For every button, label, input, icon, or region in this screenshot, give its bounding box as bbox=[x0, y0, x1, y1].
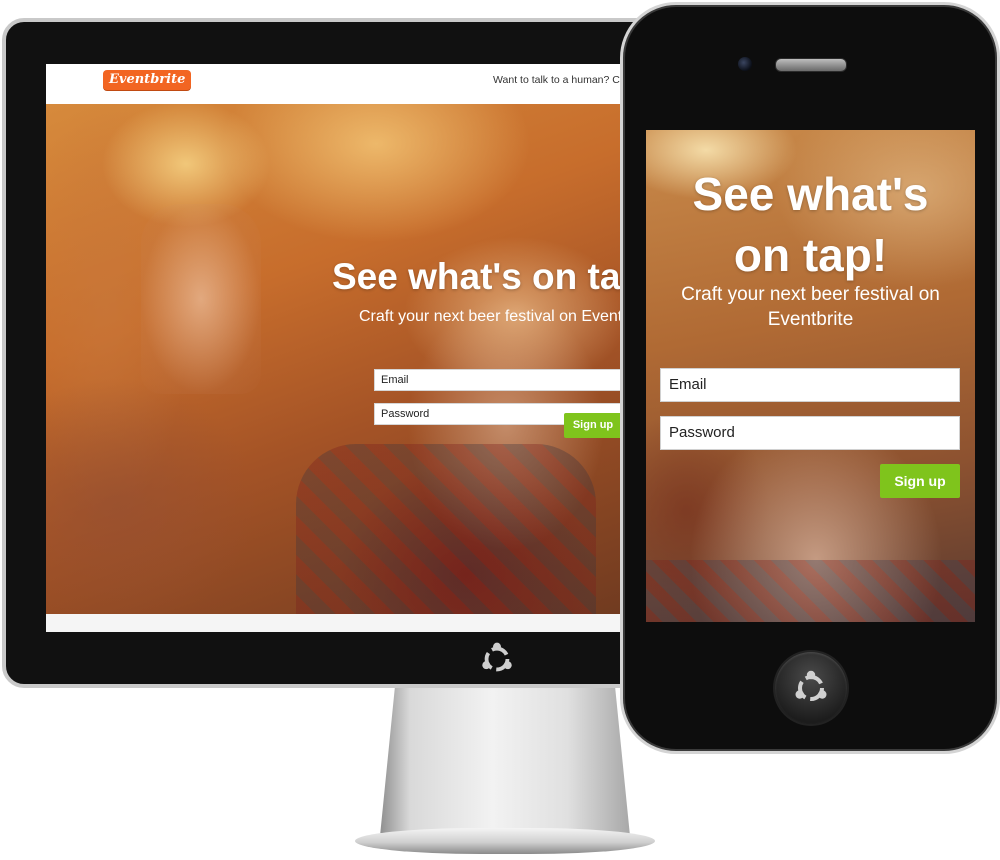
desktop-hero: See what's on ta Craft your next beer fe… bbox=[46, 104, 646, 614]
desktop-footer-strip bbox=[46, 614, 646, 632]
signup-button[interactable]: Sign up bbox=[564, 413, 622, 438]
mobile-screen: See what's on tap! Craft your next beer … bbox=[646, 130, 975, 622]
mobile-subtitle-line-1: Craft your next beer festival on bbox=[681, 284, 940, 305]
mobile-hero-subtitle: Craft your next beer festival on Eventbr… bbox=[646, 282, 975, 332]
monitor-stand bbox=[380, 686, 630, 836]
camera-icon bbox=[738, 57, 752, 71]
eventbrite-logo[interactable]: Eventbrite bbox=[103, 70, 192, 90]
hero-title: See what's on ta bbox=[332, 256, 621, 297]
mobile-email-field[interactable]: Email bbox=[660, 368, 960, 402]
speaker-icon bbox=[775, 58, 847, 72]
desktop-header: Eventbrite Want to talk to a human? Cal bbox=[46, 64, 646, 104]
mobile-hero-title: See what's on tap! bbox=[646, 164, 975, 286]
mobile-signup-button[interactable]: Sign up bbox=[880, 464, 960, 498]
hero-subtitle: Craft your next beer festival on Eventbr… bbox=[359, 308, 641, 325]
contact-text: Want to talk to a human? Cal bbox=[493, 74, 629, 86]
mobile-title-line-2: on tap! bbox=[733, 229, 888, 281]
mobile-subtitle-line-2: Eventbrite bbox=[767, 309, 854, 330]
device-mockup-stage: Eventbrite Want to talk to a human? Cal … bbox=[0, 0, 1000, 860]
mobile-password-field[interactable]: Password bbox=[660, 416, 960, 450]
ubuntu-logo-icon bbox=[795, 670, 827, 701]
ubuntu-logo-icon bbox=[482, 642, 512, 672]
mobile-title-line-1: See what's bbox=[692, 168, 929, 220]
monitor-foot bbox=[355, 828, 655, 854]
email-field[interactable]: Email bbox=[374, 369, 646, 391]
home-button[interactable] bbox=[775, 652, 847, 724]
desktop-screen: Eventbrite Want to talk to a human? Cal … bbox=[46, 64, 646, 632]
